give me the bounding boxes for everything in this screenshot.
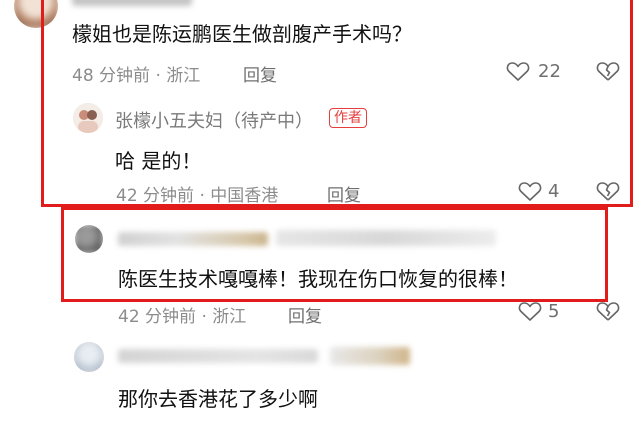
broken-heart-icon[interactable] [596,300,620,322]
comment-text: 陈医生技术嘎嘎棒！我现在伤口恢复的很棒！ [118,267,518,291]
like-button[interactable]: 22 [506,58,586,86]
broken-heart-icon[interactable] [596,60,620,82]
username-blurred [276,230,496,246]
comment-time: 42 分钟前 [118,307,197,327]
reply-meta: 42 分钟前 · 中国香港 [116,186,279,206]
reply-text: 哈 是的！ [115,149,202,173]
author-avatar[interactable] [73,103,103,133]
like-count: 4 [548,181,560,202]
avatar[interactable] [75,225,103,253]
username-blurred [118,349,318,363]
like-count: 5 [548,301,560,322]
reply-button[interactable]: 回复 [243,61,277,86]
reply-button[interactable]: 回复 [288,302,322,327]
reply-time: 42 分钟前 [116,186,195,206]
username-blurred [118,232,268,246]
like-button[interactable]: 5 [518,298,578,326]
heart-icon [518,180,542,202]
username-blurred [330,347,410,365]
author-badge: 作者 [329,108,367,128]
comment-time: 48 分钟前 [72,66,151,86]
like-count: 22 [538,61,561,82]
comment-location: 浙江 [166,66,201,86]
reply-button[interactable]: 回复 [327,181,361,206]
broken-heart-icon[interactable] [596,180,620,202]
avatar[interactable] [74,342,104,372]
comment-text: 那你去香港花了多少啊 [118,387,318,411]
heart-icon [518,300,542,322]
comment-meta: 42 分钟前 · 浙江 [118,307,247,327]
comment-text: 檬姐也是陈运鹏医生做剖腹产手术吗？ [72,22,412,46]
like-button[interactable]: 4 [518,178,578,206]
heart-icon [506,60,530,82]
comment-meta: 48 分钟前 · 浙江 [72,66,201,86]
author-username[interactable]: 张檬小五夫妇（待产中） [115,107,313,133]
reply-location: 中国香港 [210,186,279,206]
comment-location: 浙江 [212,307,247,327]
